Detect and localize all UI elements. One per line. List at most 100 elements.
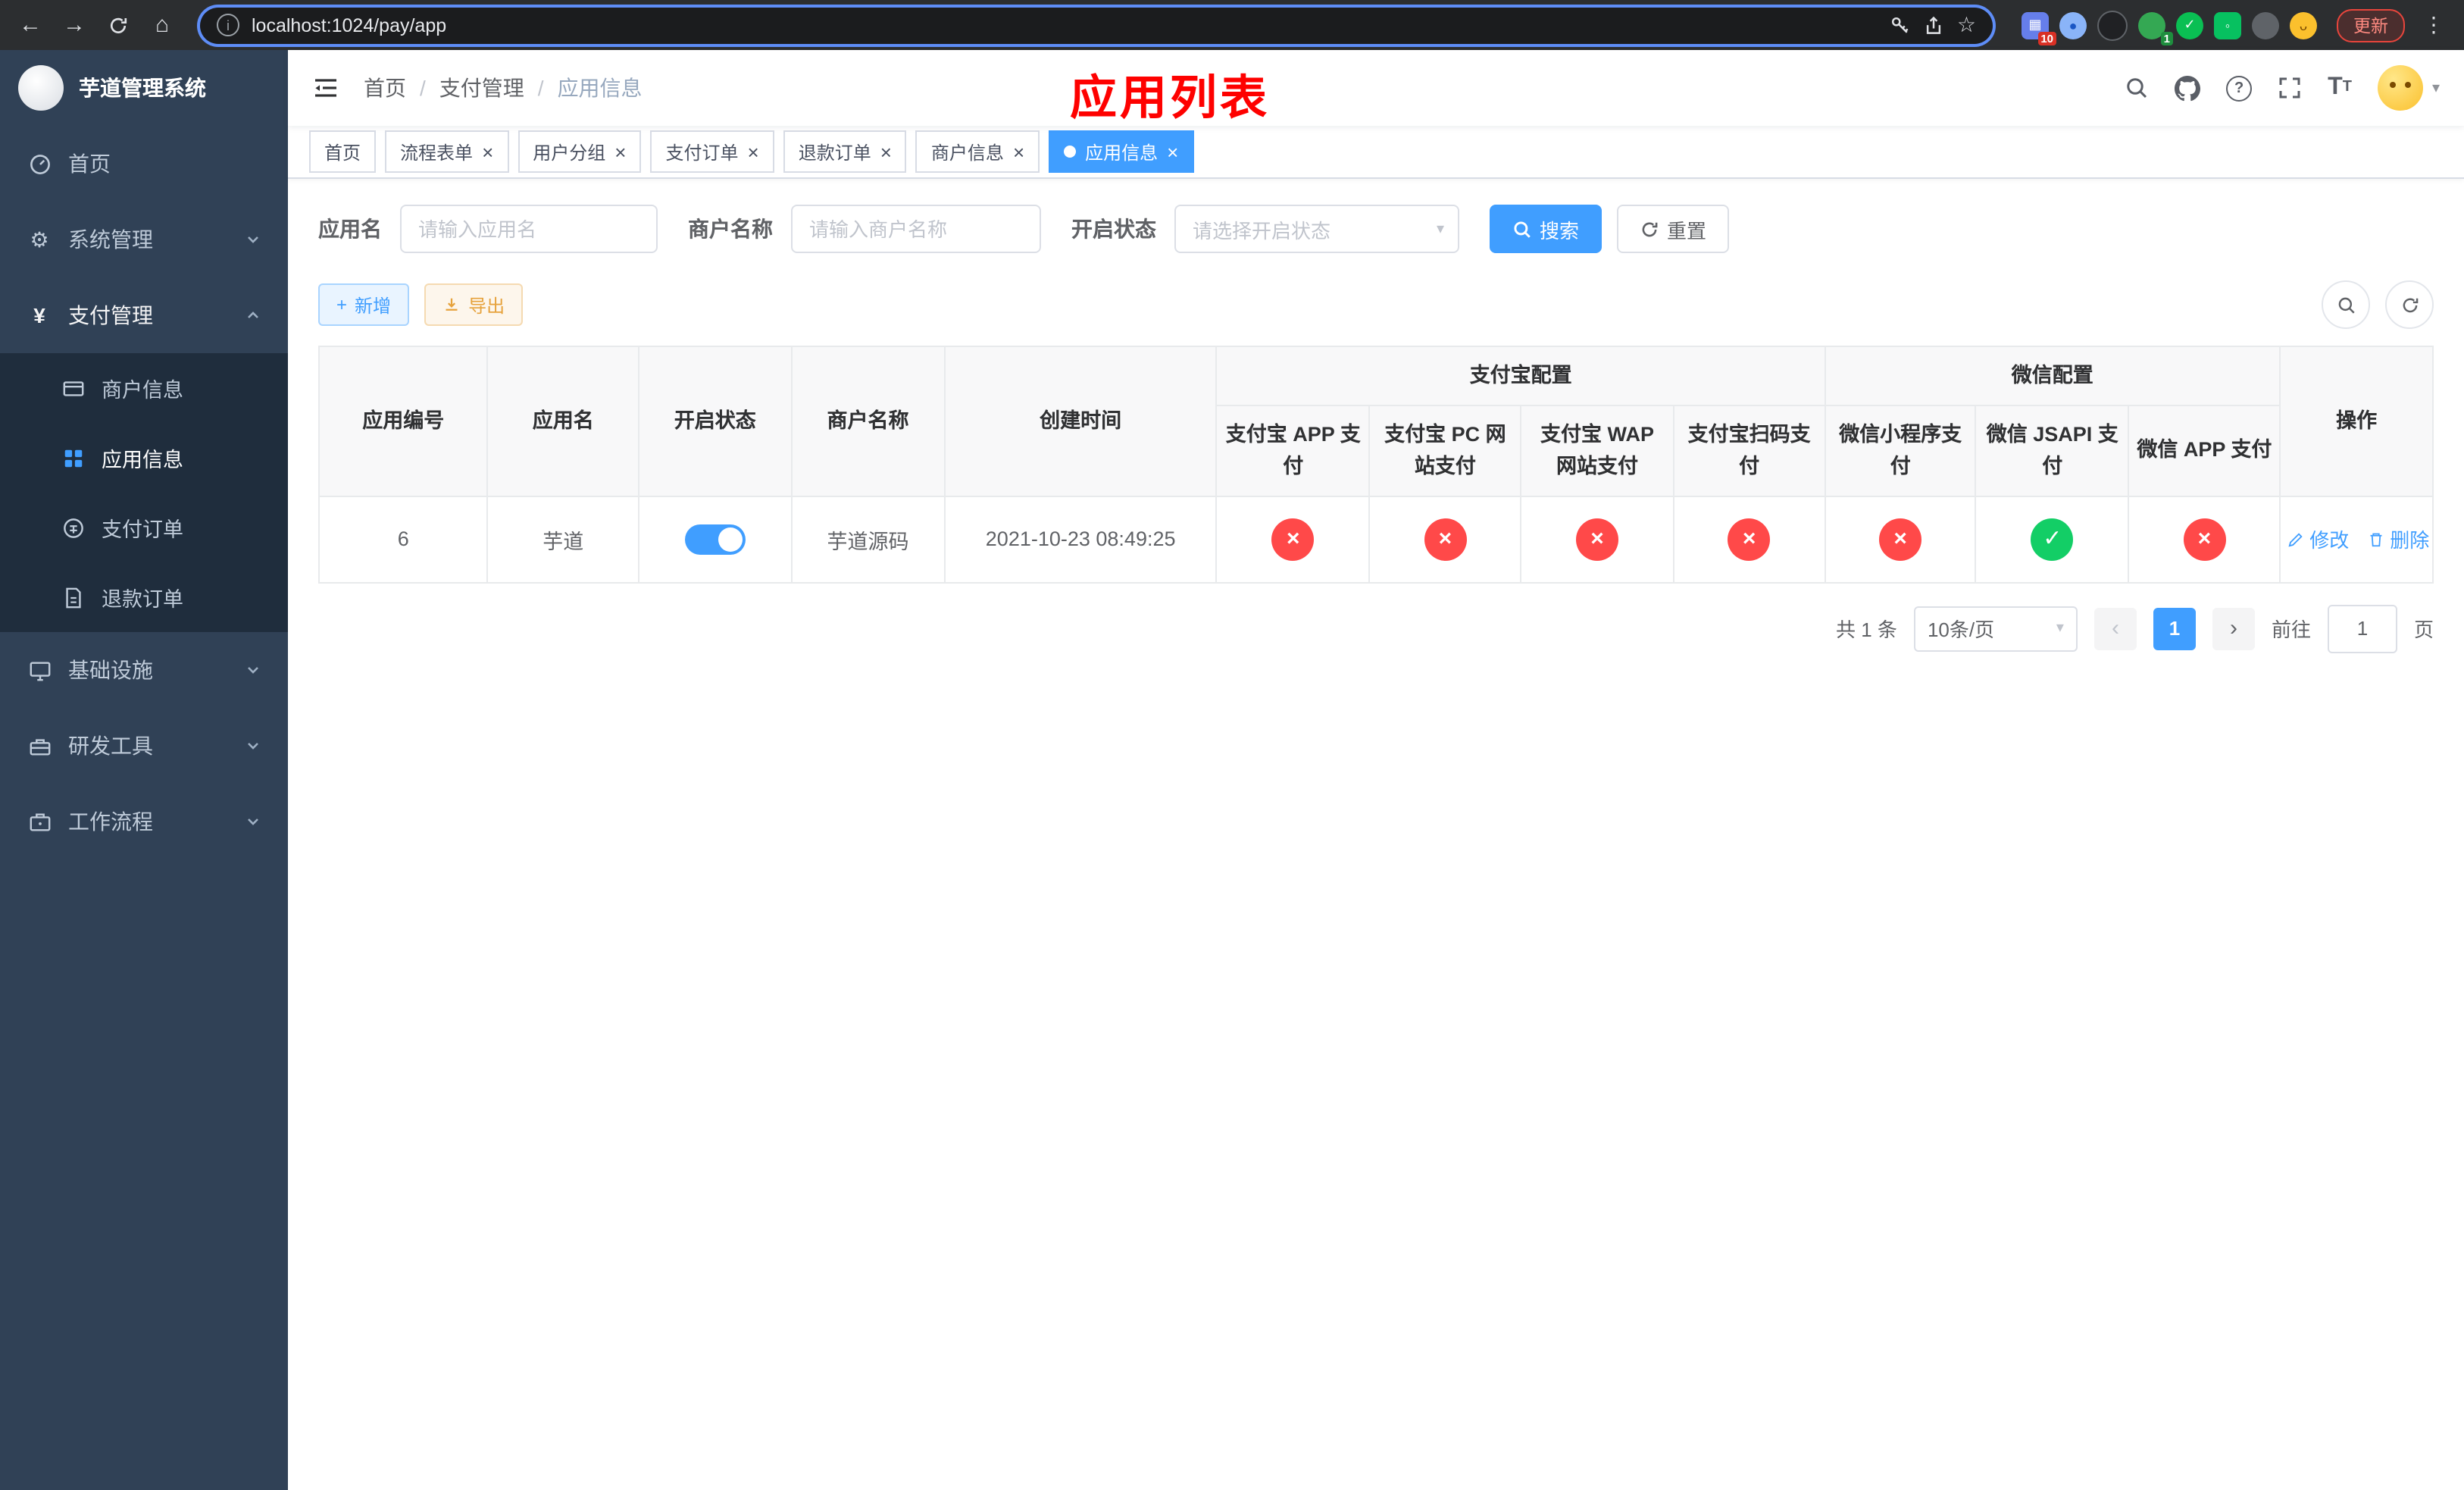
breadcrumb-separator: / bbox=[537, 76, 544, 100]
share-icon[interactable] bbox=[1924, 14, 1945, 36]
goto-page-input[interactable] bbox=[2327, 604, 2397, 653]
extension-drop-icon[interactable]: ● bbox=[2059, 11, 2087, 39]
user-menu[interactable]: ▾ bbox=[2377, 65, 2440, 111]
tab-close-icon[interactable]: × bbox=[748, 142, 759, 161]
sidebar-item-label: 应用信息 bbox=[102, 449, 183, 471]
wechat-jsapi-enabled-icon: ✓ bbox=[2031, 518, 2074, 561]
screen: ← → ⌂ i localhost:1024/pay/app ☆ ▦ 10 ● 1… bbox=[0, 0, 2464, 1490]
order-icon bbox=[61, 516, 85, 539]
page-content: 应用名 商户名称 开启状态 请选择开启状态 ▾ bbox=[288, 179, 2464, 1490]
sidebar-logo[interactable]: 芋道管理系统 bbox=[0, 50, 288, 126]
app-name-input[interactable] bbox=[400, 205, 658, 253]
extension-grid-icon[interactable]: ▦ 10 bbox=[2022, 11, 2056, 45]
table-toolbar: + 新增 导出 bbox=[318, 280, 2434, 329]
back-icon[interactable]: ← bbox=[15, 12, 45, 38]
extension-check-icon[interactable]: ✓ bbox=[2176, 11, 2203, 39]
prev-page-button[interactable]: ‹ bbox=[2093, 607, 2137, 650]
tab-close-icon[interactable]: × bbox=[880, 142, 892, 161]
toggle-search-icon[interactable] bbox=[2322, 280, 2370, 329]
page-info-icon[interactable]: i bbox=[217, 14, 239, 36]
search-icon[interactable] bbox=[2125, 76, 2149, 100]
cell-name: 芋道 bbox=[486, 495, 639, 584]
breadcrumb-current: 应用信息 bbox=[557, 76, 643, 100]
tab-process-form[interactable]: 流程表单 × bbox=[385, 130, 509, 173]
reset-button[interactable]: 重置 bbox=[1617, 205, 1730, 253]
tab-close-icon[interactable]: × bbox=[614, 142, 626, 161]
tab-close-icon[interactable]: × bbox=[1167, 142, 1178, 161]
merchant-name-input[interactable] bbox=[791, 205, 1041, 253]
tab-label: 流程表单 bbox=[400, 142, 474, 163]
app-shell: 芋道管理系统 首页 ⚙ 系统管理 ¥ 支付管理 商户信息 应用信息 支付订单 退… bbox=[0, 50, 2464, 1490]
sidebar-item-app-info[interactable]: 应用信息 bbox=[0, 423, 288, 493]
tab-label: 应用信息 bbox=[1085, 142, 1159, 163]
reload-icon[interactable] bbox=[103, 14, 133, 36]
password-key-icon[interactable] bbox=[1890, 14, 1912, 36]
add-button[interactable]: + 新增 bbox=[318, 283, 410, 326]
briefcase-icon bbox=[27, 810, 52, 833]
delete-link[interactable]: 删除 bbox=[2367, 525, 2429, 554]
page-size-value: 10条/页 bbox=[1927, 618, 1995, 642]
export-button[interactable]: 导出 bbox=[424, 283, 524, 326]
sidebar-item-home[interactable]: 首页 bbox=[0, 126, 288, 202]
tab-user-group[interactable]: 用户分组 × bbox=[518, 130, 642, 173]
url-bar[interactable]: i localhost:1024/pay/app ☆ bbox=[200, 7, 1993, 43]
extension-dark-icon[interactable] bbox=[2097, 10, 2128, 40]
current-page-button[interactable]: 1 bbox=[2153, 607, 2196, 650]
sidebar-item-merchant-info[interactable]: 商户信息 bbox=[0, 353, 288, 423]
browser-update-button[interactable]: 更新 bbox=[2337, 8, 2405, 42]
extension-face-icon[interactable]: ᴗ bbox=[2290, 11, 2317, 39]
status-label: 开启状态 bbox=[1071, 217, 1156, 241]
sidebar-item-pay-orders[interactable]: 支付订单 bbox=[0, 493, 288, 562]
edit-link-label: 修改 bbox=[2309, 529, 2350, 552]
logo-avatar bbox=[18, 65, 64, 111]
tab-app-info[interactable]: 应用信息 × bbox=[1049, 130, 1194, 173]
tab-pay-orders[interactable]: 支付订单 × bbox=[650, 130, 774, 173]
breadcrumb-payment: 支付管理 bbox=[439, 76, 524, 100]
edit-link[interactable]: 修改 bbox=[2287, 525, 2349, 554]
extension-chat-icon[interactable]: ◦ bbox=[2214, 11, 2241, 39]
search-button-label: 搜索 bbox=[1540, 219, 1580, 242]
sidebar-item-label: 支付管理 bbox=[68, 303, 153, 327]
font-size-icon[interactable]: TT bbox=[2328, 75, 2352, 100]
col-header-action: 操作 bbox=[2279, 346, 2434, 497]
status-select-placeholder: 请选择开启状态 bbox=[1193, 219, 1331, 242]
chevron-down-icon: ▾ bbox=[2056, 620, 2064, 637]
document-icon bbox=[61, 586, 85, 609]
sidebar-item-payment[interactable]: ¥ 支付管理 bbox=[0, 277, 288, 353]
bookmark-star-icon[interactable]: ☆ bbox=[1957, 12, 1976, 38]
extension-pin-icon[interactable] bbox=[2252, 11, 2279, 39]
home-icon[interactable]: ⌂ bbox=[147, 12, 177, 38]
help-icon[interactable]: ? bbox=[2226, 75, 2253, 101]
sidebar-item-workflow[interactable]: 工作流程 bbox=[0, 784, 288, 859]
tab-refund-orders[interactable]: 退款订单 × bbox=[783, 130, 907, 173]
url-text[interactable]: localhost:1024/pay/app bbox=[252, 14, 1878, 36]
sidebar-item-system[interactable]: ⚙ 系统管理 bbox=[0, 202, 288, 277]
status-toggle[interactable] bbox=[684, 524, 746, 555]
monitor-icon bbox=[27, 659, 52, 681]
reset-button-label: 重置 bbox=[1667, 219, 1707, 242]
main-area: 首页 / 支付管理 / 应用信息 应用列表 ? T T ▾ 首页 流程表单 × … bbox=[288, 50, 2464, 1490]
browser-menu-icon[interactable]: ⋮ bbox=[2419, 12, 2449, 38]
sidebar-item-dev-tools[interactable]: 研发工具 bbox=[0, 708, 288, 784]
col-header-alipay-pc: 支付宝 PC 网站支付 bbox=[1368, 405, 1522, 497]
refresh-table-icon[interactable] bbox=[2385, 280, 2434, 329]
page-size-select[interactable]: 10条/页 ▾ bbox=[1913, 606, 2078, 652]
sidebar-item-infrastructure[interactable]: 基础设施 bbox=[0, 632, 288, 708]
chevron-down-icon bbox=[245, 814, 261, 829]
sidebar-item-label: 支付订单 bbox=[102, 518, 183, 541]
tab-home[interactable]: 首页 bbox=[309, 130, 377, 173]
tab-merchant-info[interactable]: 商户信息 × bbox=[915, 130, 1040, 173]
tab-close-icon[interactable]: × bbox=[1013, 142, 1024, 161]
sidebar-item-refund-orders[interactable]: 退款订单 bbox=[0, 562, 288, 632]
forward-icon[interactable]: → bbox=[59, 12, 89, 38]
sidebar-fold-icon[interactable] bbox=[312, 74, 339, 102]
extension-green-icon[interactable]: 1 bbox=[2138, 11, 2173, 45]
fullscreen-icon[interactable] bbox=[2278, 76, 2302, 100]
tab-close-icon[interactable]: × bbox=[482, 142, 493, 161]
breadcrumb-home[interactable]: 首页 bbox=[364, 73, 406, 103]
next-page-button[interactable]: › bbox=[2212, 607, 2255, 650]
github-icon[interactable] bbox=[2175, 75, 2201, 101]
tab-label: 支付订单 bbox=[665, 142, 739, 163]
status-select[interactable]: 请选择开启状态 ▾ bbox=[1174, 205, 1459, 253]
search-button[interactable]: 搜索 bbox=[1490, 205, 1603, 253]
